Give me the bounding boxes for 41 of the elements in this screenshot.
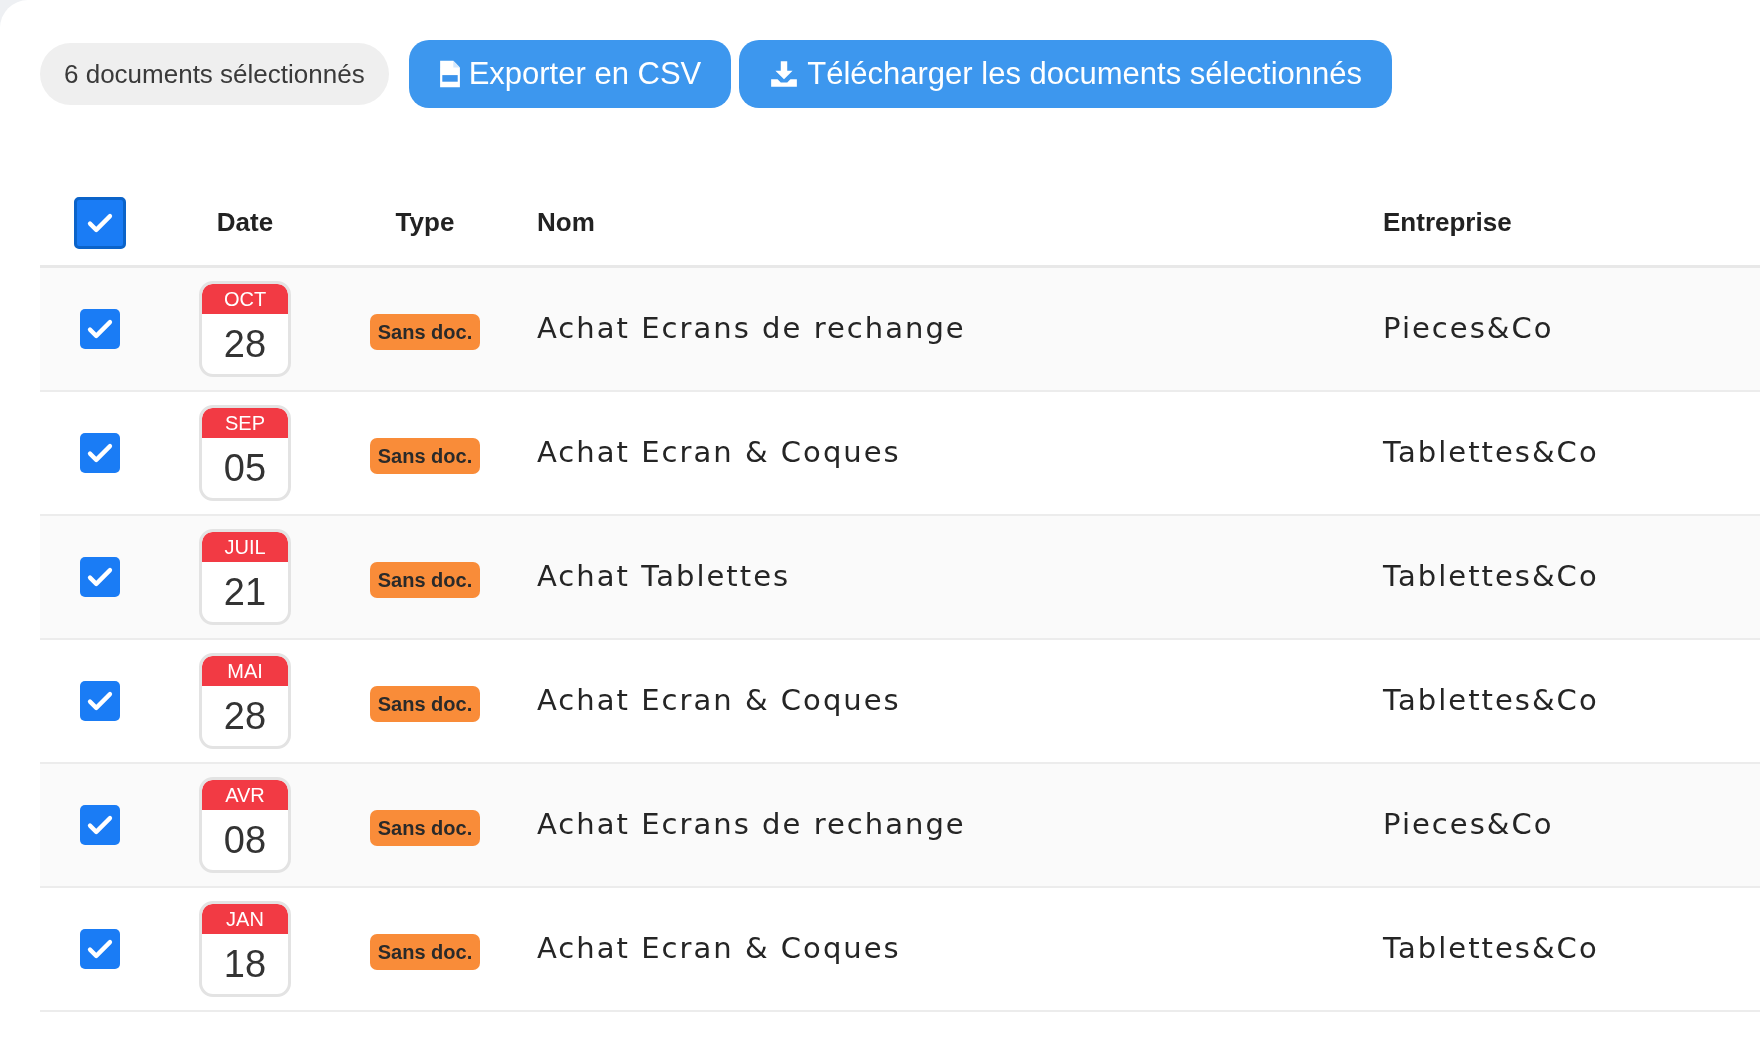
- checkbox[interactable]: [80, 309, 120, 349]
- table-row[interactable]: OCT 28 Sans doc. Achat Ecrans de rechange Pieces&Co: [40, 268, 1760, 392]
- document-name: Achat Ecran & Coques: [537, 435, 901, 470]
- company-name: Tablettes&Co: [1383, 435, 1599, 470]
- checkbox[interactable]: [80, 433, 120, 473]
- calendar-date: JUIL 21: [199, 529, 291, 625]
- calendar-date: JAN 18: [199, 901, 291, 997]
- company-name: Tablettes&Co: [1383, 559, 1599, 594]
- document-name: Achat Ecran & Coques: [537, 683, 901, 718]
- calendar-date: AVR 08: [199, 777, 291, 873]
- checkbox[interactable]: [80, 557, 120, 597]
- company-name: Tablettes&Co: [1383, 683, 1599, 718]
- type-badge: Sans doc.: [369, 562, 481, 598]
- checkbox[interactable]: [74, 196, 126, 249]
- column-header: Date: [216, 206, 274, 239]
- column-header: Type: [395, 206, 455, 239]
- calendar-date: OCT 28: [199, 281, 291, 377]
- document-name: Achat Ecrans de rechange: [537, 311, 966, 346]
- checkbox[interactable]: [80, 805, 120, 845]
- checkbox[interactable]: [80, 929, 120, 969]
- type-badge: Sans doc.: [369, 314, 481, 350]
- document-name: Achat Ecrans de rechange: [537, 807, 966, 842]
- document-name: Achat Tablettes: [537, 559, 791, 594]
- calendar-date: SEP 05: [199, 405, 291, 501]
- calendar-date: MAI 28: [199, 653, 291, 749]
- document-name: Achat Ecran & Coques: [537, 931, 901, 966]
- company-name: Tablettes&Co: [1383, 931, 1599, 966]
- type-badge: Sans doc.: [369, 810, 481, 846]
- type-badge: Sans doc.: [369, 438, 481, 474]
- selection-count: 6 documents sélectionnés: [40, 43, 389, 105]
- table-row[interactable]: JUIL 21 Sans doc. Achat Tablettes Tablettes&Co: [40, 516, 1760, 640]
- download-icon: [769, 59, 800, 89]
- type-badge: Sans doc.: [369, 686, 481, 722]
- type-badge: Sans doc.: [369, 934, 481, 970]
- column-header: Nom: [537, 207, 595, 237]
- column-header: Entreprise: [1383, 207, 1512, 237]
- checkbox[interactable]: [80, 681, 120, 721]
- company-name: Pieces&Co: [1383, 311, 1554, 346]
- company-name: Pieces&Co: [1383, 807, 1554, 842]
- table-row[interactable]: AVR 08 Sans doc. Achat Ecrans de rechange Pieces&Co: [40, 764, 1760, 888]
- csv-file-icon: [438, 59, 461, 89]
